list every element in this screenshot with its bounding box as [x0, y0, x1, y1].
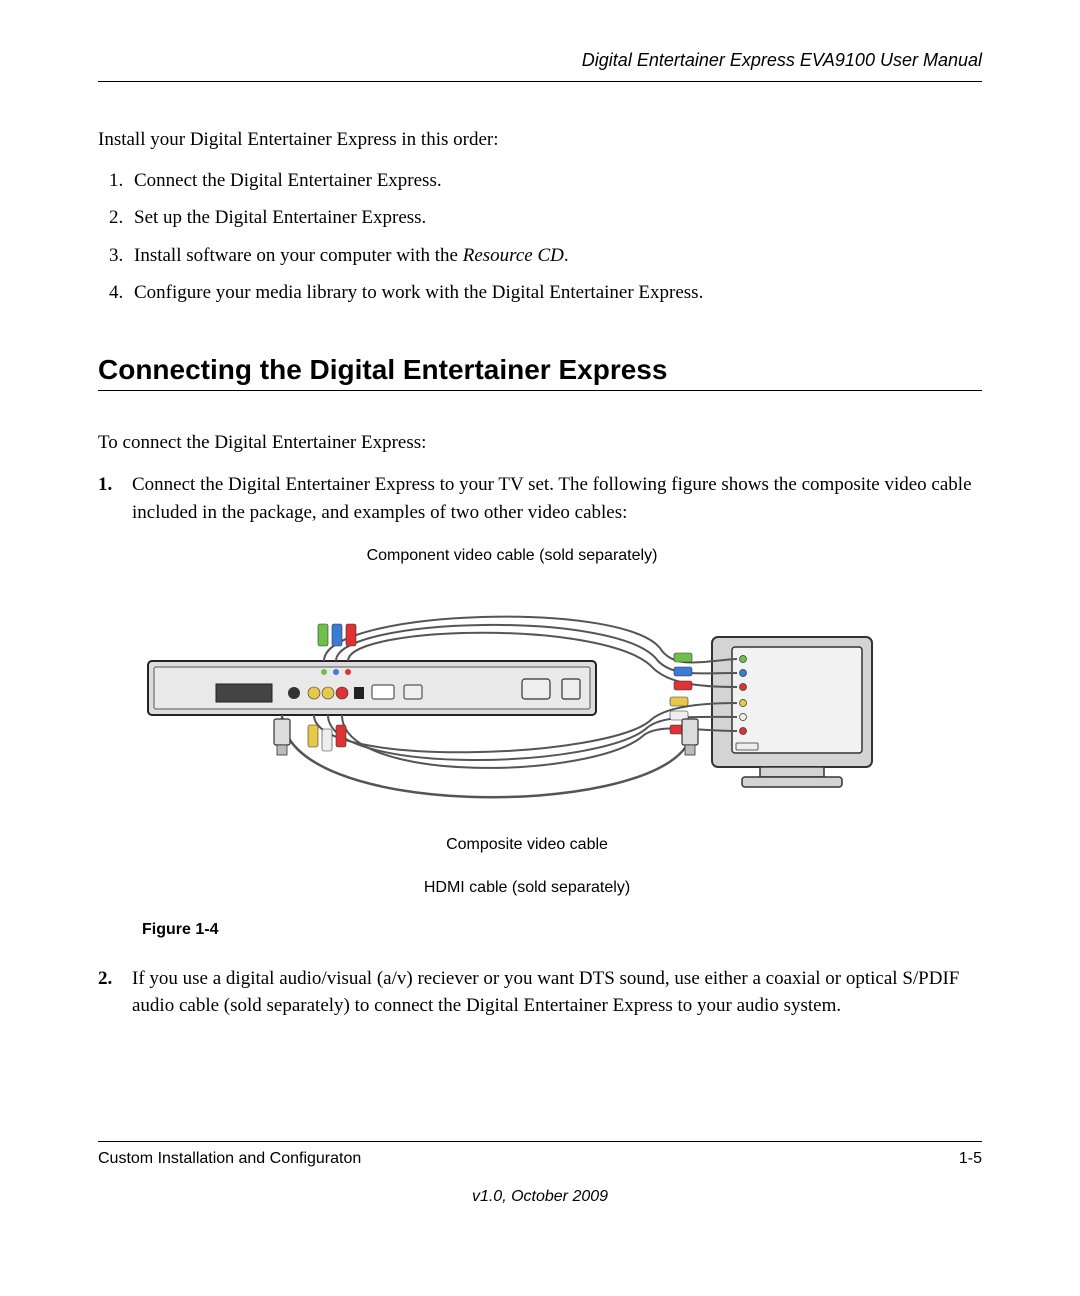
install-step: Set up the Digital Entertainer Express. — [128, 204, 982, 233]
connect-step: 1. Connect the Digital Entertainer Expre… — [98, 471, 982, 941]
footer-version: v1.0, October 2009 — [98, 1188, 982, 1206]
step-number: 1. — [98, 471, 112, 499]
install-step: Configure your media library to work wit… — [128, 279, 982, 308]
rca-plugs-tv-top — [674, 653, 692, 690]
hdmi-plug-left — [274, 719, 290, 755]
figure-block: Component video cable (sold separately) — [142, 544, 882, 900]
figure-mid-label: Composite video cable — [142, 833, 882, 856]
connection-diagram — [142, 569, 882, 829]
step-number: 2. — [98, 965, 112, 993]
step-text: If you use a digital audio/visual (a/v) … — [132, 968, 959, 1017]
rca-plugs-top — [318, 624, 356, 646]
connect-step: 2. If you use a digital audio/visual (a/… — [98, 965, 982, 1020]
section-heading: Connecting the Digital Entertainer Expre… — [98, 354, 982, 391]
resource-cd-emphasis: Resource CD — [463, 245, 564, 266]
page-header: Digital Entertainer Express EVA9100 User… — [98, 50, 982, 82]
intro-paragraph: Install your Digital Entertainer Express… — [98, 126, 982, 155]
figure-bottom-label: HDMI cable (sold separately) — [142, 876, 882, 899]
install-step: Install software on your computer with t… — [128, 242, 982, 271]
install-step: Connect the Digital Entertainer Express. — [128, 167, 982, 196]
install-order-list: Connect the Digital Entertainer Express.… — [98, 167, 982, 308]
figure-top-label: Component video cable (sold separately) — [142, 544, 882, 567]
device-rear-panel-icon — [148, 661, 596, 715]
step-text: Connect the Digital Entertainer Express … — [132, 474, 972, 523]
page-footer: Custom Installation and Configuraton 1-5… — [98, 1141, 982, 1206]
text: . — [564, 245, 569, 266]
text: Install software on your computer with t… — [134, 245, 463, 266]
footer-page-number: 1-5 — [959, 1150, 982, 1168]
connect-steps-list: 1. Connect the Digital Entertainer Expre… — [98, 471, 982, 1020]
section-intro: To connect the Digital Entertainer Expre… — [98, 429, 982, 458]
rca-plugs-bottom — [308, 725, 346, 751]
figure-number: Figure 1-4 — [142, 918, 982, 941]
footer-left-text: Custom Installation and Configuraton — [98, 1150, 361, 1168]
manual-title: Digital Entertainer Express EVA9100 User… — [582, 50, 982, 70]
